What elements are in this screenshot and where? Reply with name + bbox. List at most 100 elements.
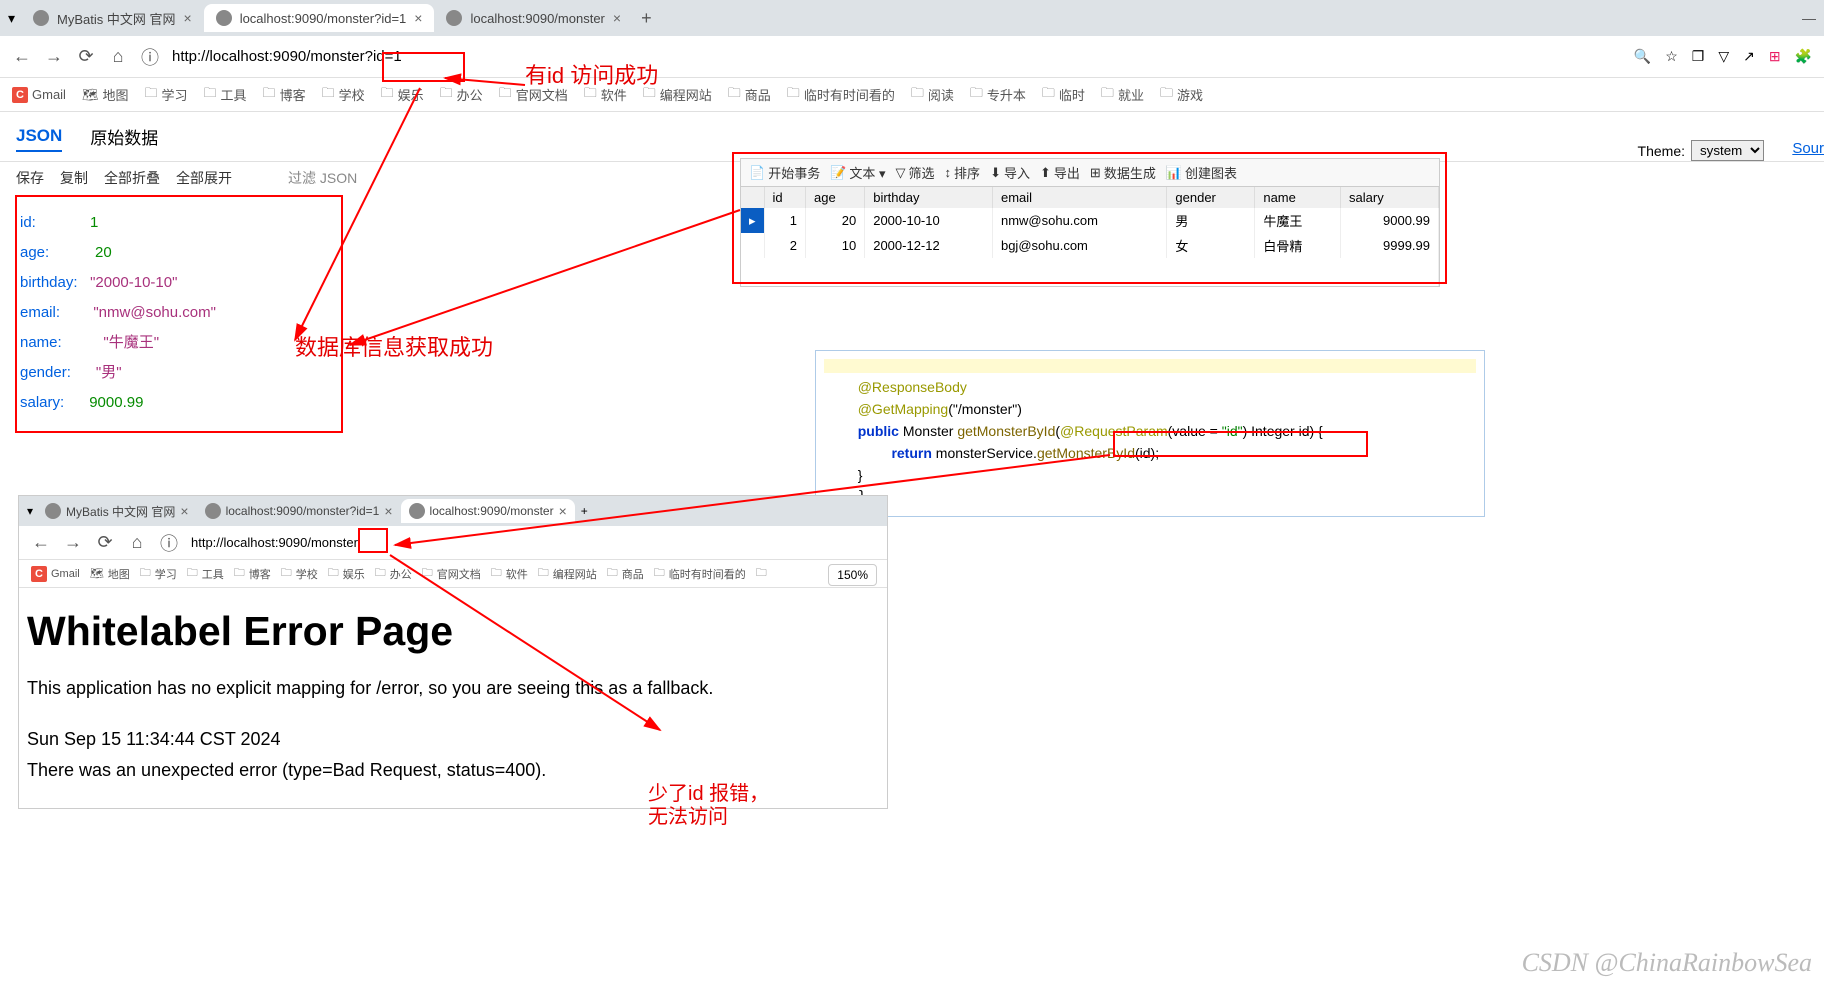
bookmark-gmail[interactable]: CGmail xyxy=(31,566,80,582)
zoom-icon[interactable]: 🔍 xyxy=(1634,48,1651,65)
chevron-down-icon[interactable]: ▾ xyxy=(8,10,15,27)
tab-json[interactable]: JSON xyxy=(16,122,62,152)
close-icon[interactable]: × xyxy=(184,10,192,26)
db-generate[interactable]: ⊞ 数据生成 xyxy=(1090,163,1156,182)
home-icon[interactable]: ⌂ xyxy=(127,533,147,553)
bookmark-item[interactable]: 🗀娱乐 xyxy=(381,84,424,106)
col-birthday[interactable]: birthday xyxy=(865,187,993,208)
expand-all-button[interactable]: 全部展开 xyxy=(176,168,232,188)
minimize-icon[interactable]: — xyxy=(1802,10,1816,26)
col-salary[interactable]: salary xyxy=(1341,187,1439,208)
theme-select[interactable]: system xyxy=(1691,140,1764,161)
close-icon[interactable]: × xyxy=(384,503,392,519)
db-result-panel: 📄 开始事务 📝 文本 ▾ ▽ 筛选 ↕ 排序 ⬇ 导入 ⬆ 导出 ⊞ 数据生成… xyxy=(740,158,1440,287)
bookmark-item[interactable]: 🗀阅读 xyxy=(911,84,954,106)
bookmark-item[interactable]: 🗀博客 xyxy=(263,84,306,106)
url-input[interactable] xyxy=(191,535,875,550)
db-filter[interactable]: ▽ 筛选 xyxy=(896,163,935,182)
table-row[interactable]: ▸1202000-10-10nmw@sohu.com男牛魔王9000.99 xyxy=(741,208,1439,233)
extension-icon[interactable]: ⊞ xyxy=(1769,48,1781,65)
info-icon[interactable]: ⓘ xyxy=(140,47,160,67)
url-highlight-box xyxy=(382,52,465,82)
folder-icon: 🗀 xyxy=(1042,84,1055,106)
tab-mybatis[interactable]: MyBatis 中文网 官网× xyxy=(21,3,204,34)
col-email[interactable]: email xyxy=(992,187,1166,208)
bookmark-item[interactable]: 🗀临时 xyxy=(1042,84,1085,106)
db-text[interactable]: 📝 文本 ▾ xyxy=(830,163,885,182)
bookmark-item[interactable]: 🗀官网文档 xyxy=(422,564,481,583)
new-tab-icon[interactable]: + xyxy=(641,8,652,29)
filter-json-input[interactable]: 过滤 JSON xyxy=(288,168,357,188)
puzzle-icon[interactable]: 🧩 xyxy=(1795,48,1812,65)
external-icon[interactable]: ↗ xyxy=(1743,48,1755,65)
col-gender[interactable]: gender xyxy=(1167,187,1255,208)
bookmark-item[interactable]: 🗀临时有时间看的 xyxy=(787,84,895,106)
zoom-badge[interactable]: 150% xyxy=(828,564,877,586)
tab-monster-id[interactable]: localhost:9090/monster?id=1× xyxy=(197,499,401,523)
table-row[interactable]: 2102000-12-12bgj@sohu.com女白骨精9999.99 xyxy=(741,233,1439,258)
close-icon[interactable]: × xyxy=(613,10,621,26)
back-icon[interactable]: ← xyxy=(31,533,51,553)
theme-label: Theme: xyxy=(1638,143,1685,159)
bookmark-item[interactable]: 🗀商品 xyxy=(728,84,771,106)
bookmark-item[interactable]: 🗀学习 xyxy=(140,564,177,583)
close-icon[interactable]: × xyxy=(180,503,188,519)
db-export[interactable]: ⬆ 导出 xyxy=(1040,163,1080,182)
db-sort[interactable]: ↕ 排序 xyxy=(945,163,981,182)
map-icon: 🗺 xyxy=(82,87,99,103)
bookmark-item[interactable]: 🗀办公 xyxy=(440,84,483,106)
error-timestamp: Sun Sep 15 11:34:44 CST 2024 xyxy=(27,726,879,753)
star-icon[interactable]: ☆ xyxy=(1665,48,1678,65)
shield-icon[interactable]: ▽ xyxy=(1718,48,1729,65)
tab-monster[interactable]: localhost:9090/monster× xyxy=(401,499,575,523)
bookmark-item[interactable]: 🗀工具 xyxy=(204,84,247,106)
bookmark-item[interactable]: 🗀编程网站 xyxy=(538,564,597,583)
forward-icon[interactable]: → xyxy=(44,47,64,67)
chevron-down-icon[interactable]: ▾ xyxy=(27,504,33,518)
bookmark-item[interactable]: 🗀 xyxy=(756,564,767,583)
copy-button[interactable]: 复制 xyxy=(60,168,88,188)
bookmark-item[interactable]: 🗀游戏 xyxy=(1160,84,1203,106)
db-import[interactable]: ⬇ 导入 xyxy=(990,163,1030,182)
collapse-all-button[interactable]: 全部折叠 xyxy=(104,168,160,188)
annotation-db-success: 数据库信息获取成功 xyxy=(295,330,493,362)
db-chart[interactable]: 📊 创建图表 xyxy=(1166,163,1237,182)
bookmark-item[interactable]: 🗀博客 xyxy=(234,564,271,583)
tab-monster[interactable]: localhost:9090/monster× xyxy=(434,4,633,32)
annotation-noaccess: 无法访问 xyxy=(648,800,728,829)
tab-monster-id[interactable]: localhost:9090/monster?id=1× xyxy=(204,4,435,32)
save-button[interactable]: 保存 xyxy=(16,168,44,188)
bookmark-item[interactable]: 🗀专升本 xyxy=(970,84,1026,106)
home-icon[interactable]: ⌂ xyxy=(108,47,128,67)
bookmark-gmail[interactable]: CGmail xyxy=(12,87,66,103)
bookmark-item[interactable]: 🗀学校 xyxy=(281,564,318,583)
bookmark-item[interactable]: 🗀办公 xyxy=(375,564,412,583)
bookmark-item[interactable]: 🗀学习 xyxy=(144,84,187,106)
bookmark-item[interactable]: 🗀临时有时间看的 xyxy=(654,564,746,583)
close-icon[interactable]: × xyxy=(559,503,567,519)
col-name[interactable]: name xyxy=(1255,187,1341,208)
bookmark-item[interactable]: 🗀软件 xyxy=(491,564,528,583)
close-icon[interactable]: × xyxy=(414,10,422,26)
info-icon[interactable]: ⓘ xyxy=(159,533,179,553)
tab-raw[interactable]: 原始数据 xyxy=(90,120,158,153)
source-link[interactable]: Sour xyxy=(1792,140,1824,157)
reload-icon[interactable]: ⟳ xyxy=(95,533,115,553)
bookmark-item[interactable]: 🗺地图 xyxy=(90,566,130,582)
reload-icon[interactable]: ⟳ xyxy=(76,47,96,67)
db-begin-tx[interactable]: 📄 开始事务 xyxy=(749,163,820,182)
error-msg: This application has no explicit mapping… xyxy=(27,675,879,702)
bookmark-item[interactable]: 🗀娱乐 xyxy=(328,564,365,583)
bookmark-item[interactable]: 🗀就业 xyxy=(1101,84,1144,106)
col-age[interactable]: age xyxy=(806,187,865,208)
bookmark-item[interactable]: 🗀工具 xyxy=(187,564,224,583)
tab-mybatis[interactable]: MyBatis 中文网 官网× xyxy=(37,499,197,524)
col-id[interactable]: id xyxy=(764,187,805,208)
forward-icon[interactable]: → xyxy=(63,533,83,553)
bookmark-map[interactable]: 🗺地图 xyxy=(82,85,129,104)
new-tab-icon[interactable]: + xyxy=(581,504,588,518)
bookmark-item[interactable]: 🗀学校 xyxy=(322,84,365,106)
library-icon[interactable]: ❐ xyxy=(1692,48,1705,65)
back-icon[interactable]: ← xyxy=(12,47,32,67)
bookmark-item[interactable]: 🗀商品 xyxy=(607,564,644,583)
